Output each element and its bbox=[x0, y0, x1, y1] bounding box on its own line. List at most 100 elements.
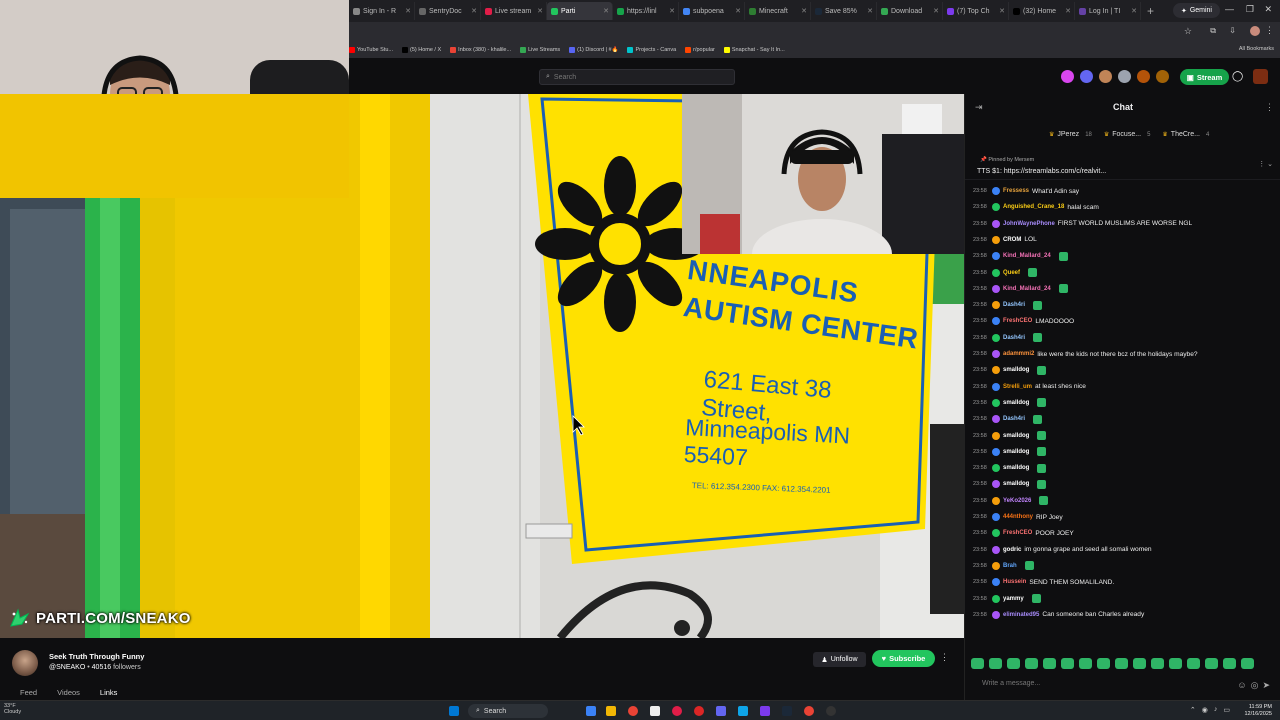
bookmark-item[interactable]: YouTube Stu... bbox=[349, 47, 393, 53]
subscribe-button[interactable]: ♥ Subscribe bbox=[872, 650, 935, 667]
message-username[interactable]: FreshCEO bbox=[1003, 530, 1032, 536]
browser-tab[interactable]: Parti ✕ bbox=[547, 2, 613, 20]
tab-close-icon[interactable]: ✕ bbox=[669, 7, 675, 15]
message-username[interactable]: 444nthony bbox=[1003, 514, 1033, 520]
quick-emote-button[interactable] bbox=[1043, 658, 1056, 669]
browser-tab[interactable]: Log In | TI ✕ bbox=[1075, 2, 1141, 20]
all-bookmarks-link[interactable]: All Bookmarks bbox=[1239, 46, 1274, 52]
message-username[interactable]: Anguished_Crane_18 bbox=[1003, 204, 1064, 210]
volume-icon[interactable]: ♪ bbox=[1214, 706, 1218, 714]
app-icon[interactable] bbox=[672, 706, 682, 716]
quick-emote-button[interactable] bbox=[1061, 658, 1074, 669]
user-avatar[interactable] bbox=[1253, 69, 1268, 84]
tab-close-icon[interactable]: ✕ bbox=[405, 7, 411, 15]
profile-avatar[interactable] bbox=[1250, 26, 1260, 36]
message-username[interactable]: godric bbox=[1003, 547, 1021, 553]
following-avatar[interactable] bbox=[1137, 70, 1150, 83]
quick-emote-button[interactable] bbox=[1133, 658, 1146, 669]
more-options-icon[interactable]: ⋮ bbox=[940, 652, 949, 663]
tab-close-icon[interactable]: ✕ bbox=[1131, 7, 1137, 15]
quick-emote-button[interactable] bbox=[1025, 658, 1038, 669]
app-icon[interactable] bbox=[716, 706, 726, 716]
send-icon[interactable]: ➤ bbox=[1262, 680, 1270, 691]
message-username[interactable]: Brah bbox=[1003, 563, 1017, 569]
quick-emote-button[interactable] bbox=[1241, 658, 1254, 669]
chat-options-icon[interactable]: ⋮ bbox=[1265, 102, 1274, 113]
tab-close-icon[interactable]: ✕ bbox=[801, 7, 807, 15]
message-username[interactable]: Dash4ri bbox=[1003, 302, 1025, 308]
stream-button[interactable]: ▣ Stream bbox=[1180, 69, 1229, 85]
following-avatar[interactable] bbox=[1118, 70, 1131, 83]
quick-emote-button[interactable] bbox=[1097, 658, 1110, 669]
quick-emote-button[interactable] bbox=[1223, 658, 1236, 669]
message-username[interactable]: eliminated95 bbox=[1003, 612, 1039, 618]
new-tab-button[interactable]: + bbox=[1147, 4, 1154, 18]
following-avatar[interactable] bbox=[1061, 70, 1074, 83]
app-icon[interactable] bbox=[738, 706, 748, 716]
bookmark-item[interactable]: Inbox (380) - khalile... bbox=[450, 47, 511, 53]
quick-emote-button[interactable] bbox=[971, 658, 984, 669]
wifi-icon[interactable]: ◉ bbox=[1202, 706, 1208, 714]
message-username[interactable]: FreshCEO bbox=[1003, 318, 1032, 324]
message-username[interactable]: smalldog bbox=[1003, 465, 1029, 471]
tab-close-icon[interactable]: ✕ bbox=[735, 7, 741, 15]
message-username[interactable]: Dash4ri bbox=[1003, 335, 1025, 341]
gif-icon[interactable]: ◎ bbox=[1251, 680, 1259, 691]
bookmark-item[interactable]: Live Streams bbox=[520, 47, 560, 53]
pinned-message-text[interactable]: TTS $1: https://streamlabs.com/c/realvit… bbox=[977, 168, 1106, 175]
quick-emote-button[interactable] bbox=[1187, 658, 1200, 669]
messages-icon[interactable]: ◯ bbox=[1232, 71, 1243, 82]
chrome-icon[interactable] bbox=[628, 706, 638, 716]
channel-handle[interactable]: @SNEAKO bbox=[49, 664, 85, 671]
quick-emote-button[interactable] bbox=[1079, 658, 1092, 669]
message-username[interactable]: CROM bbox=[1003, 237, 1021, 243]
tab-feed[interactable]: Feed bbox=[20, 688, 37, 697]
message-username[interactable]: smalldog bbox=[1003, 367, 1029, 373]
star-icon[interactable]: ☆ bbox=[1184, 26, 1192, 37]
close-icon[interactable]: ✕ bbox=[1264, 4, 1272, 15]
message-username[interactable]: Dash4ri bbox=[1003, 416, 1025, 422]
tab-close-icon[interactable]: ✕ bbox=[603, 7, 609, 15]
following-avatar[interactable] bbox=[1080, 70, 1093, 83]
tab-links[interactable]: Links bbox=[100, 688, 118, 697]
file-explorer-icon[interactable] bbox=[606, 706, 616, 716]
quick-emote-button[interactable] bbox=[1007, 658, 1020, 669]
browser-tab[interactable]: subpoena ✕ bbox=[679, 2, 745, 20]
pinned-expand-icon[interactable]: ⋮ ⌄ bbox=[1258, 160, 1273, 168]
message-username[interactable]: smalldog bbox=[1003, 400, 1029, 406]
bookmark-item[interactable]: Projects - Canva bbox=[627, 47, 676, 53]
browser-tab[interactable]: (7) Top Ch ✕ bbox=[943, 2, 1009, 20]
system-clock[interactable]: 11:59 PM 12/16/2025 bbox=[1244, 704, 1272, 718]
message-username[interactable]: Queef bbox=[1003, 270, 1020, 276]
message-username[interactable]: Fressess bbox=[1003, 188, 1029, 194]
message-username[interactable]: smalldog bbox=[1003, 433, 1029, 439]
steam-icon[interactable] bbox=[782, 706, 792, 716]
tab-close-icon[interactable]: ✕ bbox=[933, 7, 939, 15]
tab-close-icon[interactable]: ✕ bbox=[537, 7, 543, 15]
emoji-icon[interactable]: ☺ bbox=[1237, 680, 1246, 691]
browser-menu-icon[interactable]: ⋮ bbox=[1265, 25, 1274, 36]
browser-tab[interactable]: (32) Home ✕ bbox=[1009, 2, 1075, 20]
tab-close-icon[interactable]: ✕ bbox=[867, 7, 873, 15]
message-username[interactable]: Kind_Mallard_24 bbox=[1003, 253, 1051, 259]
gemini-button[interactable]: ✦ Gemini bbox=[1172, 3, 1220, 18]
browser-tab[interactable]: https://linl ✕ bbox=[613, 2, 679, 20]
app-icon[interactable] bbox=[760, 706, 770, 716]
minimize-icon[interactable]: — bbox=[1225, 4, 1234, 14]
browser-tab[interactable]: Download ✕ bbox=[877, 2, 943, 20]
bookmark-item[interactable]: (5) Home / X bbox=[401, 47, 441, 53]
message-username[interactable]: JohnWaynePhone bbox=[1003, 221, 1055, 227]
search-input[interactable]: ⌕ Search bbox=[539, 69, 735, 85]
battery-icon[interactable]: ▭ bbox=[1223, 706, 1230, 714]
message-username[interactable]: Hussein bbox=[1003, 579, 1026, 585]
message-username[interactable]: YeKo2026 bbox=[1003, 498, 1031, 504]
following-avatar[interactable] bbox=[1099, 70, 1112, 83]
message-username[interactable]: yammy bbox=[1003, 596, 1024, 602]
bookmark-item[interactable]: r/popular bbox=[685, 47, 715, 53]
tab-close-icon[interactable]: ✕ bbox=[471, 7, 477, 15]
chevron-up-icon[interactable]: ⌃ bbox=[1190, 706, 1196, 714]
chat-message-input[interactable]: Write a message... bbox=[973, 680, 1273, 694]
downloads-icon[interactable]: ⇩ bbox=[1229, 26, 1236, 35]
message-username[interactable]: Strelli_um bbox=[1003, 384, 1032, 390]
browser-tab[interactable]: Sign In - R ✕ bbox=[349, 2, 415, 20]
